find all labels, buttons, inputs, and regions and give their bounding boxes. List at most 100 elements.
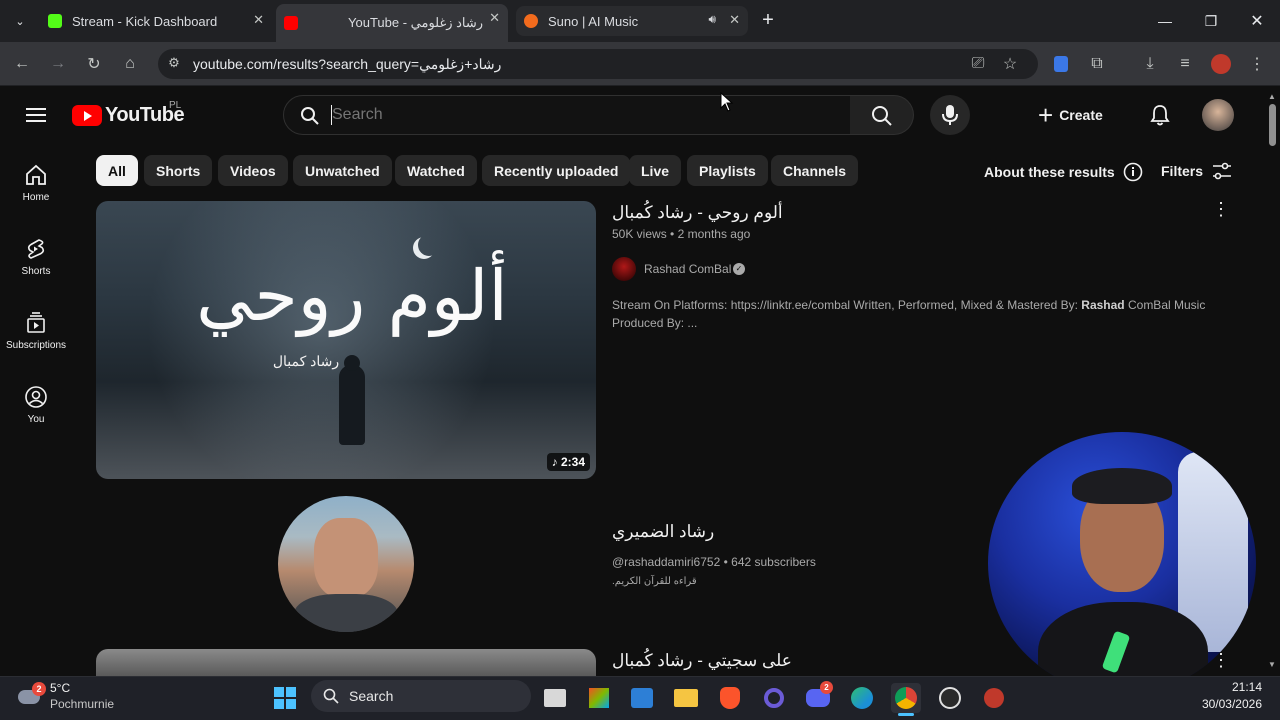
profile-avatar[interactable]	[1209, 52, 1233, 76]
close-tab-icon[interactable]: ✕	[729, 12, 740, 28]
tab-title: YouTube - رشاد زغلومي	[348, 15, 484, 30]
edge-browser-icon[interactable]	[847, 683, 877, 713]
weather-widget[interactable]: 2	[14, 682, 48, 708]
scrollbar-thumb[interactable]	[1269, 104, 1276, 146]
windows-start-icon[interactable]	[270, 683, 300, 713]
chip-unwatched[interactable]: Unwatched	[293, 155, 392, 186]
chip-all[interactable]: All	[96, 155, 138, 186]
highlighted-query-word: Rashad	[1081, 298, 1125, 312]
separator-dot: •	[670, 227, 678, 241]
sidebar-item-subscriptions[interactable]: Subscriptions	[0, 311, 72, 351]
search-icon	[323, 688, 339, 704]
chip-channels[interactable]: Channels	[771, 155, 859, 186]
channel-avatar-large[interactable]	[278, 496, 414, 632]
extension-shield-icon[interactable]	[1049, 52, 1073, 76]
task-view-icon[interactable]	[540, 683, 570, 713]
sidebar-item-you[interactable]: You	[0, 385, 72, 425]
scroll-up-arrow[interactable]: ▲	[1268, 92, 1276, 102]
new-tab-button[interactable]: +	[756, 8, 780, 32]
reload-button[interactable]: ↻	[82, 52, 106, 76]
mouse-cursor-icon	[720, 92, 734, 112]
weather-badge: 2	[32, 682, 46, 696]
file-explorer-icon[interactable]	[671, 683, 701, 713]
scroll-down-arrow[interactable]: ▼	[1268, 660, 1276, 670]
video-thumbnail[interactable]	[96, 649, 596, 676]
discord-badge: 2	[820, 681, 833, 694]
separator-dot: •	[723, 555, 732, 569]
video-description: Stream On Platforms: https://linktr.ee/c…	[612, 298, 1206, 330]
silhouette-head	[344, 355, 360, 371]
brave-browser-icon[interactable]	[715, 683, 745, 713]
sidebar-item-home[interactable]: Home	[0, 163, 72, 203]
back-button[interactable]: ←	[10, 52, 34, 76]
tab-search-button[interactable]: ⌄	[8, 9, 32, 33]
create-button[interactable]: + Create	[1038, 97, 1124, 133]
music-note-icon: ♪	[551, 455, 558, 469]
channel-avatar[interactable]	[612, 257, 636, 281]
chip-shorts[interactable]: Shorts	[144, 155, 213, 186]
home-icon	[26, 164, 46, 185]
discord-icon[interactable]: 2	[803, 681, 833, 713]
subscriptions-icon	[27, 312, 45, 333]
home-button[interactable]: ⌂	[118, 52, 142, 76]
hamburger-menu-icon[interactable]	[24, 104, 48, 131]
extensions-icon[interactable]: ⧉	[1085, 52, 1109, 76]
site-info-icon[interactable]: ⚙	[162, 51, 186, 75]
avatar-shirt	[294, 594, 398, 632]
shorts-icon	[27, 239, 45, 259]
sidebar-item-shorts[interactable]: Shorts	[0, 237, 72, 277]
chip-videos[interactable]: Videos	[218, 155, 288, 186]
widgets-icon[interactable]	[584, 683, 614, 713]
webcam-hair	[1072, 468, 1172, 504]
browser-tab-suno[interactable]: Suno | AI Music 🔊︎ ✕	[516, 6, 748, 36]
close-window-button[interactable]: ✕	[1234, 0, 1280, 42]
close-tab-icon[interactable]: ✕	[489, 10, 500, 26]
close-tab-icon[interactable]: ✕	[253, 12, 264, 28]
video-thumbnail[interactable]: ألوم روحي رشاد كمبال ♪ 2:34	[96, 201, 596, 479]
weather-temperature[interactable]: 5°C	[50, 681, 70, 695]
minimize-button[interactable]: —	[1142, 0, 1188, 42]
browser-tab-youtube[interactable]: YouTube - رشاد زغلومي ✕	[276, 4, 508, 42]
voice-search-button[interactable]	[930, 95, 970, 135]
search-button[interactable]	[850, 95, 914, 135]
channel-name[interactable]: Rashad ComBal	[644, 262, 731, 276]
browser-menu-icon[interactable]: ⋮	[1245, 52, 1269, 76]
obs-studio-icon[interactable]	[935, 683, 965, 713]
weather-description[interactable]: Pochmurnie	[50, 697, 114, 711]
clock-time[interactable]: 21:14	[1200, 680, 1262, 694]
channel-title[interactable]: رشاد الضميري	[612, 522, 714, 542]
forward-button[interactable]: →	[46, 52, 70, 76]
install-app-icon[interactable]: ⎚	[966, 52, 990, 76]
clock-date[interactable]: 30/03/2026	[1190, 697, 1262, 711]
youtube-icon	[284, 16, 298, 30]
red-app-icon[interactable]	[979, 683, 1009, 713]
avatar-face	[314, 518, 378, 598]
downloads-icon[interactable]: ⤓	[1138, 52, 1162, 76]
webcam-overlay	[988, 432, 1256, 694]
filters-button[interactable]: Filters	[1161, 160, 1233, 182]
video-title[interactable]: على سجيتي - رشاد كُمبال	[612, 651, 792, 671]
bookmark-star-icon[interactable]: ☆	[998, 52, 1022, 76]
info-icon	[1123, 162, 1143, 182]
media-control-icon[interactable]: ≡	[1173, 52, 1197, 76]
account-avatar[interactable]	[1202, 99, 1234, 131]
filter-sliders-icon	[1213, 162, 1232, 180]
taskbar-search-box[interactable]: Search	[311, 680, 531, 712]
video-title[interactable]: ألوم روحي - رشاد كُمبال	[612, 203, 783, 223]
chip-playlists[interactable]: Playlists	[687, 155, 768, 186]
search-input[interactable]	[332, 102, 832, 128]
speaker-icon[interactable]: 🔊︎	[708, 12, 716, 27]
chrome-browser-icon[interactable]	[891, 683, 921, 713]
maximize-button[interactable]: ❐	[1188, 0, 1234, 42]
notifications-bell-icon[interactable]	[1148, 103, 1172, 132]
chip-recently-uploaded[interactable]: Recently uploaded	[482, 155, 631, 186]
url-text[interactable]: youtube.com/results?search_query=رشاد+زغ…	[193, 56, 501, 73]
more-actions-icon[interactable]: ⋮	[1212, 199, 1230, 220]
youtube-logo[interactable]: YouTube PL	[72, 100, 185, 127]
about-results-button[interactable]: About these results	[984, 162, 1143, 182]
chip-live[interactable]: Live	[629, 155, 682, 186]
app-ring-icon[interactable]	[759, 683, 789, 713]
browser-tab-kick[interactable]: Stream - Kick Dashboard ✕	[40, 6, 272, 36]
microsoft-store-icon[interactable]	[627, 683, 657, 713]
chip-watched[interactable]: Watched	[395, 155, 477, 186]
